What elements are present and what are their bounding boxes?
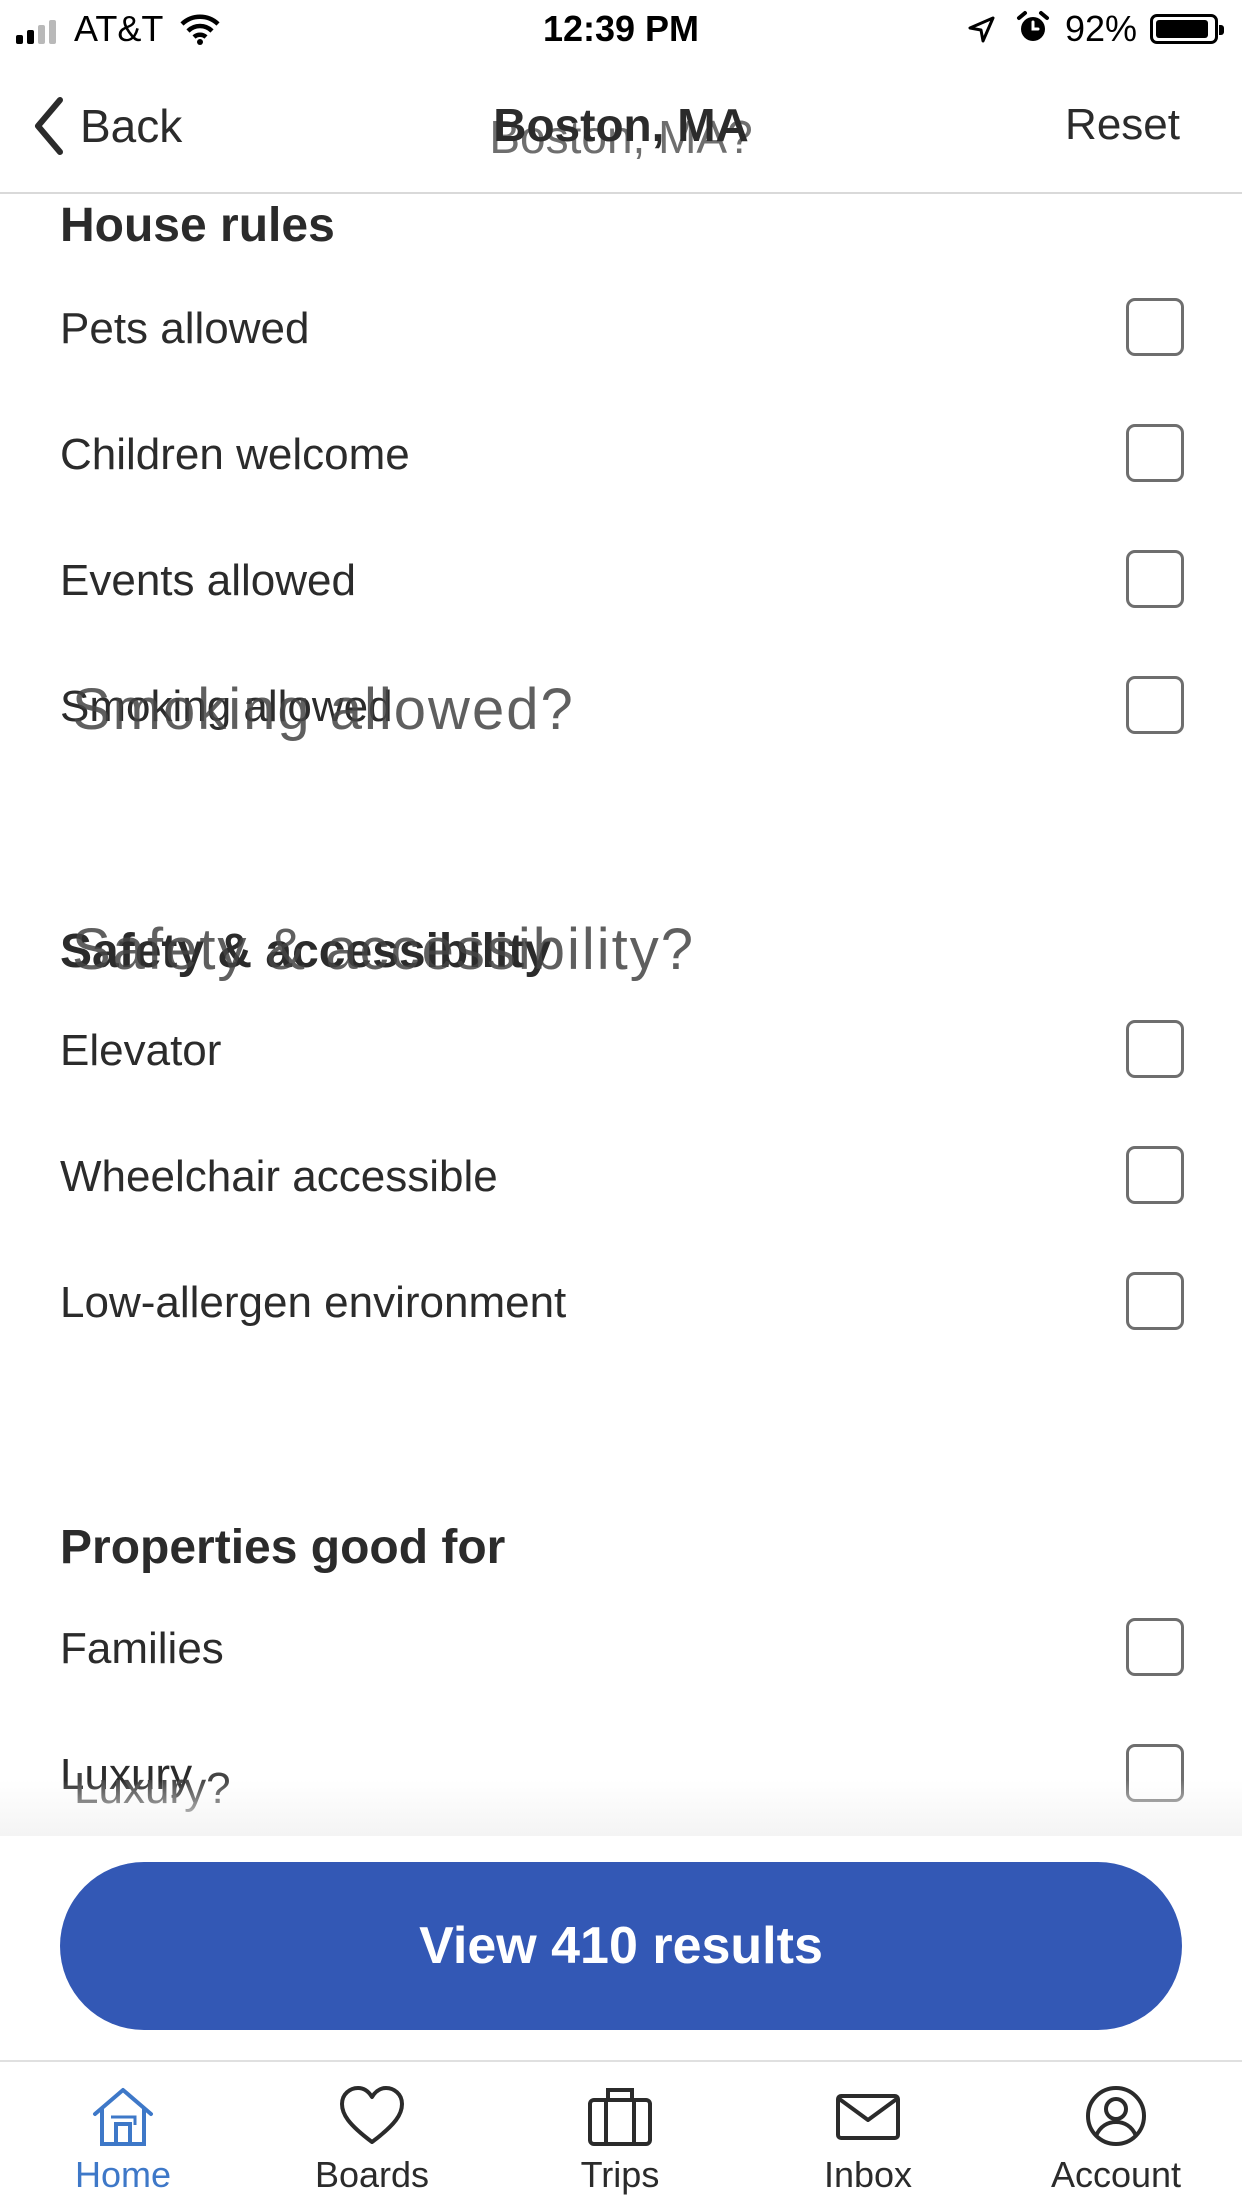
page-title: Boston, MA? Boston, MA: [0, 98, 1242, 163]
safety-ghost-heading: Safety & accessibility?: [72, 917, 696, 982]
account-icon: [1086, 2086, 1146, 2146]
view-results-button[interactable]: View 410 results: [60, 1862, 1182, 2030]
location-arrow-icon: [966, 12, 996, 54]
scroll-fade: [0, 1780, 1242, 1836]
checkbox-families[interactable]: [1126, 1618, 1184, 1676]
smoking-ghost-label: Smoking allowed?: [72, 677, 575, 742]
filter-label-children: Children welcome: [60, 430, 410, 479]
page-title-text: Boston, MA: [493, 99, 749, 151]
view-results-label: View 410 results: [419, 1917, 823, 1975]
checkbox-children-welcome[interactable]: [1126, 424, 1184, 482]
mail-icon: [836, 2094, 900, 2140]
filter-label-wheelchair: Wheelchair accessible: [60, 1152, 498, 1201]
checkbox-wheelchair-accessible[interactable]: [1126, 1146, 1184, 1204]
filter-label-pets: Pets allowed: [60, 304, 310, 353]
battery-icon: [1150, 14, 1224, 44]
home-icon: [93, 2088, 153, 2146]
tab-trips[interactable]: Trips: [520, 2084, 720, 2196]
filter-label-families: Families: [60, 1624, 224, 1673]
tab-bar: Home Boards Trips Inbox Account: [0, 2060, 1242, 2210]
tab-inbox[interactable]: Inbox: [768, 2084, 968, 2196]
filter-label-events: Events allowed: [60, 556, 356, 605]
checkbox-events-allowed[interactable]: [1126, 550, 1184, 608]
checkbox-low-allergen[interactable]: [1126, 1272, 1184, 1330]
checkbox-smoking-allowed[interactable]: [1126, 676, 1184, 734]
tab-inbox-label: Inbox: [823, 2154, 913, 2195]
checkbox-pets-allowed[interactable]: [1126, 298, 1184, 356]
good-for-heading: Properties good for: [60, 1521, 506, 1574]
heart-icon: [340, 2086, 404, 2144]
tab-boards[interactable]: Boards: [272, 2084, 472, 2196]
checkbox-elevator[interactable]: [1126, 1020, 1184, 1078]
status-bar: AT&T 12:39 PM 92%: [0, 0, 1242, 62]
battery-percent: 92%: [1065, 8, 1138, 49]
status-time: 12:39 PM: [542, 8, 700, 49]
alarm-icon: [1016, 10, 1050, 53]
tab-home-label: Home: [74, 2154, 172, 2195]
tab-account-label: Account: [1050, 2154, 1182, 2195]
nav-bar: Back Boston, MA? Boston, MA Reset: [0, 62, 1242, 194]
house-rules-heading: House rules: [60, 199, 335, 252]
filter-label-low-allergen: Low-allergen environment: [60, 1278, 567, 1327]
tab-account[interactable]: Account: [1016, 2084, 1216, 2196]
reset-button[interactable]: Reset: [1065, 100, 1180, 150]
tab-boards-label: Boards: [314, 2154, 430, 2195]
suitcase-icon: [588, 2088, 652, 2146]
filter-label-elevator: Elevator: [60, 1026, 222, 1075]
tab-home[interactable]: Home: [23, 2084, 223, 2196]
tab-trips-label: Trips: [580, 2154, 660, 2195]
